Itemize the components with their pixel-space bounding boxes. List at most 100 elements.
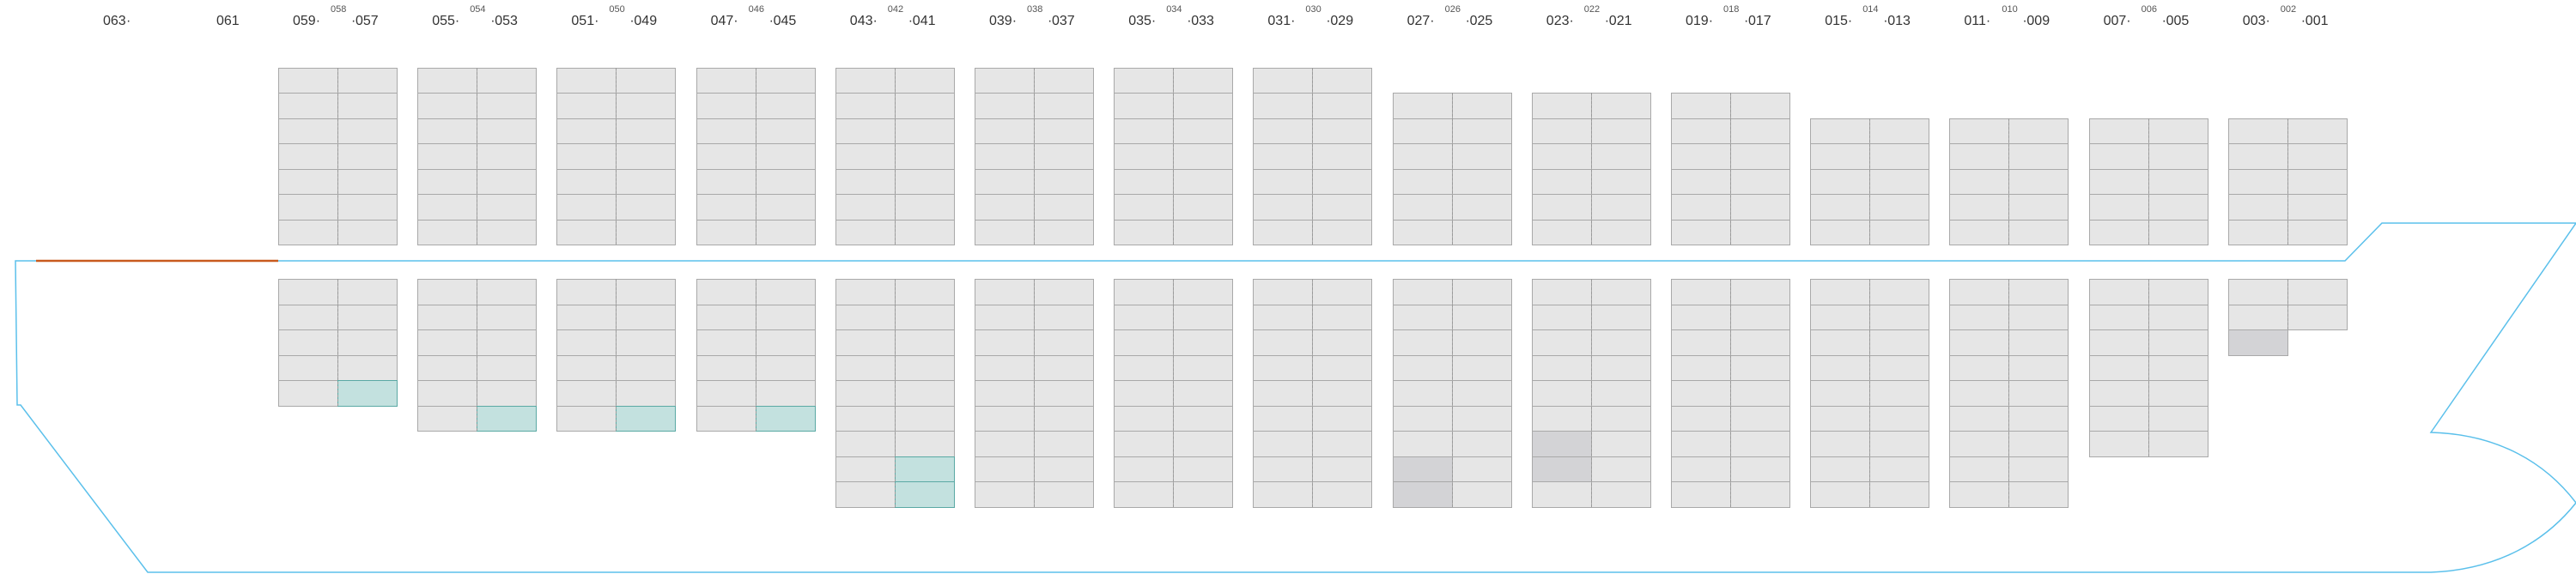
hold-slot[interactable]: [1392, 329, 1453, 356]
deck-slot[interactable]: [1590, 194, 1651, 221]
deck-slot[interactable]: [755, 93, 816, 119]
deck-slot[interactable]: [477, 143, 538, 170]
deck-slot[interactable]: [278, 118, 338, 144]
hold-slot[interactable]: [975, 354, 1035, 381]
hold-slot[interactable]: [278, 380, 338, 407]
deck-slot[interactable]: [1531, 118, 1592, 144]
hold-slot[interactable]: [1949, 456, 2010, 482]
deck-slot[interactable]: [1671, 118, 1731, 144]
deck-slot[interactable]: [1312, 118, 1373, 144]
hold-slot[interactable]: [1312, 354, 1373, 381]
hold-slot[interactable]: [278, 354, 338, 381]
deck-slot[interactable]: [1312, 168, 1373, 195]
hold-slot[interactable]: [1949, 405, 2010, 432]
hold-slot[interactable]: [1034, 481, 1094, 508]
hold-slot[interactable]: [1312, 456, 1373, 482]
deck-slot[interactable]: [894, 194, 955, 221]
deck-slot[interactable]: [2008, 168, 2069, 195]
deck-slot[interactable]: [835, 194, 896, 221]
deck-slot[interactable]: [1730, 118, 1790, 144]
hold-slot[interactable]: [835, 456, 896, 482]
deck-slot[interactable]: [894, 168, 955, 195]
deck-slot[interactable]: [755, 118, 816, 144]
deck-slot[interactable]: [1451, 168, 1512, 195]
deck-slot[interactable]: [2287, 219, 2348, 245]
hold-slot[interactable]: [1730, 481, 1790, 508]
deck-slot[interactable]: [1671, 93, 1731, 119]
deck-slot[interactable]: [1590, 168, 1651, 195]
hold-slot[interactable]: [2008, 354, 2069, 381]
deck-slot[interactable]: [616, 67, 677, 94]
hold-slot[interactable]: [616, 380, 677, 407]
hold-slot[interactable]: [1451, 380, 1512, 407]
deck-slot[interactable]: [1034, 219, 1094, 245]
deck-slot[interactable]: [1253, 219, 1314, 245]
hold-slot[interactable]: [2088, 304, 2149, 330]
hold-slot[interactable]: [278, 279, 338, 305]
hold-slot[interactable]: [337, 279, 398, 305]
deck-slot[interactable]: [417, 194, 478, 221]
hold-slot[interactable]: [477, 304, 538, 330]
hold-slot[interactable]: [1869, 329, 1930, 356]
hold-slot[interactable]: [1671, 481, 1731, 508]
hold-slot[interactable]: [2148, 380, 2208, 407]
hold-slot[interactable]: [1312, 329, 1373, 356]
deck-slot[interactable]: [2088, 118, 2149, 144]
hold-slot[interactable]: [835, 329, 896, 356]
hold-slot[interactable]: [894, 354, 955, 381]
hold-slot[interactable]: [1392, 304, 1453, 330]
deck-slot[interactable]: [616, 118, 677, 144]
hold-slot[interactable]: [1034, 431, 1094, 457]
hold-slot[interactable]: [278, 329, 338, 356]
hold-slot[interactable]: [1114, 279, 1175, 305]
deck-slot[interactable]: [1173, 194, 1234, 221]
hold-slot[interactable]: [556, 354, 617, 381]
deck-slot[interactable]: [1034, 93, 1094, 119]
hold-slot[interactable]: [2287, 304, 2348, 330]
deck-slot[interactable]: [1869, 143, 1930, 170]
hold-slot[interactable]: [975, 380, 1035, 407]
hold-slot[interactable]: [2148, 431, 2208, 457]
hold-slot[interactable]: [1253, 329, 1314, 356]
deck-slot[interactable]: [337, 168, 398, 195]
hold-slot[interactable]: [1114, 431, 1175, 457]
deck-slot[interactable]: [1451, 219, 1512, 245]
hold-slot[interactable]: [1253, 279, 1314, 305]
deck-slot[interactable]: [1949, 143, 2010, 170]
hold-slot[interactable]: [1590, 279, 1651, 305]
deck-slot[interactable]: [835, 67, 896, 94]
hold-slot[interactable]: [894, 431, 955, 457]
deck-slot[interactable]: [2148, 168, 2208, 195]
deck-slot[interactable]: [1253, 118, 1314, 144]
hold-slot[interactable]: [1730, 354, 1790, 381]
hold-slot[interactable]: [2148, 405, 2208, 432]
hold-slot[interactable]: [1869, 405, 1930, 432]
deck-slot[interactable]: [696, 93, 756, 119]
deck-slot[interactable]: [755, 194, 816, 221]
hold-slot[interactable]: [1392, 279, 1453, 305]
deck-slot[interactable]: [1730, 168, 1790, 195]
hold-slot[interactable]: [835, 481, 896, 508]
hold-slot[interactable]: [696, 329, 756, 356]
deck-slot[interactable]: [1034, 168, 1094, 195]
hold-slot[interactable]: [755, 380, 816, 407]
hold-slot[interactable]: [477, 329, 538, 356]
hold-slot[interactable]: [1949, 329, 2010, 356]
hold-slot[interactable]: [1671, 431, 1731, 457]
hold-slot[interactable]: [755, 405, 816, 432]
hold-slot[interactable]: [1173, 380, 1234, 407]
hold-slot[interactable]: [1810, 279, 1871, 305]
hold-slot[interactable]: [1451, 304, 1512, 330]
hold-slot[interactable]: [1253, 431, 1314, 457]
hold-slot[interactable]: [417, 380, 478, 407]
deck-slot[interactable]: [1253, 93, 1314, 119]
hold-slot[interactable]: [1253, 405, 1314, 432]
hold-slot[interactable]: [1671, 279, 1731, 305]
hold-slot[interactable]: [1451, 431, 1512, 457]
deck-slot[interactable]: [1173, 168, 1234, 195]
hold-slot[interactable]: [1312, 380, 1373, 407]
hold-slot[interactable]: [2148, 329, 2208, 356]
hold-slot[interactable]: [1869, 304, 1930, 330]
deck-slot[interactable]: [278, 219, 338, 245]
hold-slot[interactable]: [2008, 405, 2069, 432]
